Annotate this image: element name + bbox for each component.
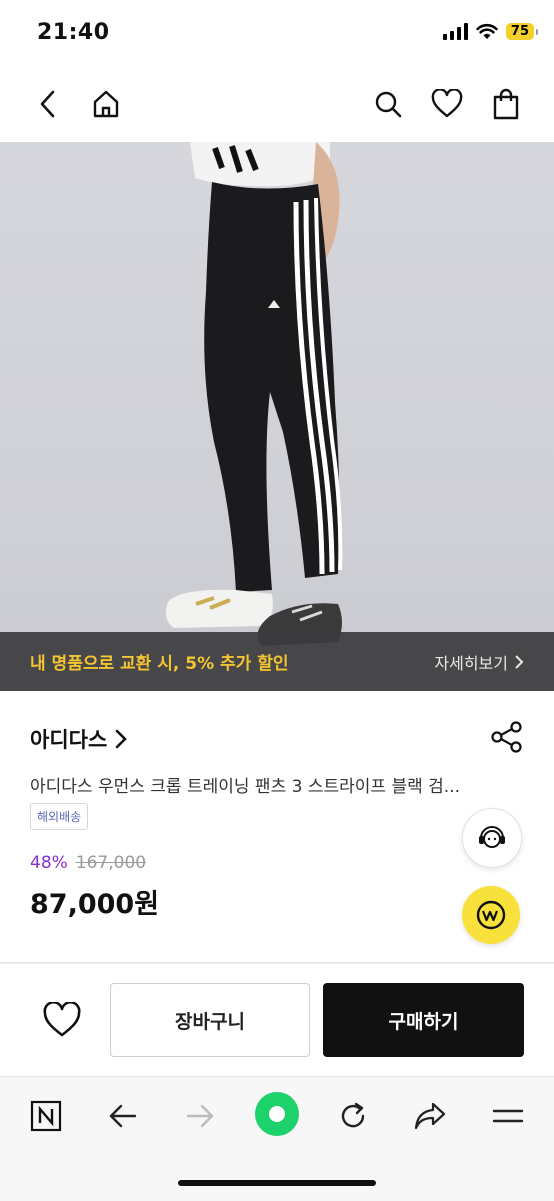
green-dot-icon xyxy=(255,1092,299,1136)
status-icons: 75 xyxy=(442,22,539,40)
promo-more-link[interactable]: 자세히보기 xyxy=(434,650,524,674)
shopping-bag-icon xyxy=(493,88,519,120)
product-image[interactable] xyxy=(0,142,554,691)
browser-back-button[interactable] xyxy=(101,1094,145,1138)
promo-bar[interactable]: 내 명품으로 교환 시, 5% 추가 할인 자세히보기 xyxy=(0,632,554,691)
promo-text: 내 명품으로 교환 시, 5% 추가 할인 xyxy=(30,654,289,674)
product-photo xyxy=(166,142,343,646)
status-time: 21:40 xyxy=(37,20,110,45)
home-icon xyxy=(93,90,119,118)
price-discount-row: 48% 167,000 xyxy=(30,853,146,873)
chevron-left-icon xyxy=(40,90,55,118)
original-price: 167,000 xyxy=(75,853,147,873)
chevron-right-icon xyxy=(515,654,524,669)
reload-button[interactable] xyxy=(331,1094,375,1138)
shipping-badge: 해외배송 xyxy=(30,803,89,830)
naver-n-icon xyxy=(30,1100,62,1132)
browser-menu-button[interactable] xyxy=(486,1094,530,1138)
green-dot-button[interactable] xyxy=(254,1091,300,1137)
brand-link[interactable]: 아디다스 xyxy=(30,724,128,754)
share-icon xyxy=(491,721,522,753)
discount-rate: 48% xyxy=(30,853,68,873)
product-title: 아디다스 우먼스 크롭 트레이닝 팬츠 3 스트라이프 블랙 검... xyxy=(30,777,460,797)
headset-icon xyxy=(479,826,505,848)
pay-button[interactable] xyxy=(462,886,520,944)
home-button[interactable] xyxy=(86,84,126,124)
signal-icon xyxy=(442,22,468,40)
arrow-right-icon xyxy=(186,1104,214,1128)
search-icon xyxy=(375,91,402,118)
share-button[interactable] xyxy=(490,720,524,754)
wish-button[interactable] xyxy=(36,994,88,1046)
status-bar: 21:40 75 xyxy=(0,0,554,68)
menu-icon xyxy=(492,1109,524,1123)
back-button[interactable] xyxy=(28,84,68,124)
customer-service-button[interactable] xyxy=(462,808,522,868)
battery-indicator: 75 xyxy=(505,22,539,40)
share-arrow-icon xyxy=(414,1102,446,1130)
search-button[interactable] xyxy=(368,84,408,124)
wifi-icon xyxy=(476,23,498,39)
wishlist-button[interactable] xyxy=(427,84,467,124)
browser-share-button[interactable] xyxy=(408,1094,452,1138)
home-indicator xyxy=(178,1180,376,1186)
chevron-right-icon xyxy=(115,729,128,749)
top-nav xyxy=(0,68,554,142)
add-to-cart-button[interactable]: 장바구니 xyxy=(110,983,310,1057)
won-pay-icon xyxy=(476,900,506,930)
heart-icon xyxy=(43,1002,81,1037)
heart-icon xyxy=(431,89,463,118)
buy-now-button[interactable]: 구매하기 xyxy=(323,983,524,1057)
promo-more-label: 자세히보기 xyxy=(434,653,508,673)
sale-price: 87,000원 xyxy=(30,889,160,920)
cart-nav-button[interactable] xyxy=(486,84,526,124)
purchase-action-bar: 장바구니 구매하기 xyxy=(0,963,554,1076)
browser-forward-button[interactable] xyxy=(178,1094,222,1138)
brand-name: 아디다스 xyxy=(30,728,108,752)
naver-home-button[interactable] xyxy=(24,1094,68,1138)
reload-icon xyxy=(341,1102,365,1128)
arrow-left-icon xyxy=(109,1104,137,1128)
